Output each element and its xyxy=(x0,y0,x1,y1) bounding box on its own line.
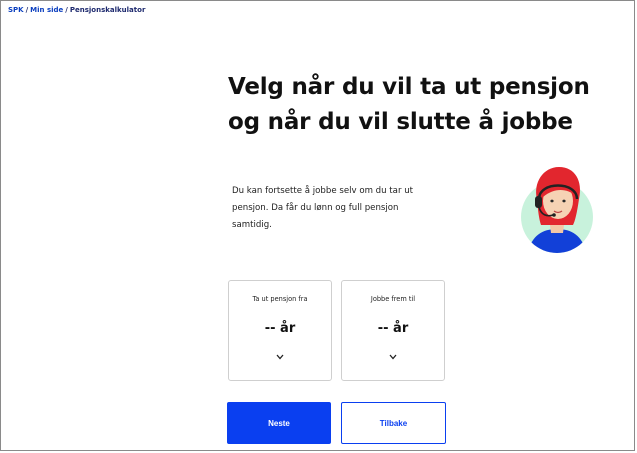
breadcrumb: SPK / Min side / Pensjonskalkulator xyxy=(8,6,145,14)
pension-start-label: Ta ut pensjon fra xyxy=(252,295,308,303)
breadcrumb-separator: / xyxy=(65,6,68,14)
next-button[interactable]: Neste xyxy=(227,402,331,444)
intro-text: Du kan fortsette å jobbe selv om du tar … xyxy=(232,183,482,234)
intro-line-3: samtidig. xyxy=(232,220,272,230)
pension-start-age-select[interactable]: Ta ut pensjon fra -- år xyxy=(228,280,332,381)
page-title-line-1: Velg når du vil ta ut pensjon xyxy=(228,74,590,100)
breadcrumb-min-side-link[interactable]: Min side xyxy=(30,6,63,14)
page-frame: SPK / Min side / Pensjonskalkulator Velg når… xyxy=(0,0,635,451)
breadcrumb-spk-link[interactable]: SPK xyxy=(8,6,24,14)
chevron-down-icon xyxy=(342,351,444,360)
intro-line-2: pensjon. Da får du lønn og full pensjon xyxy=(232,203,399,213)
page-title: Velg når du vil ta ut pensjon og når du … xyxy=(228,70,608,140)
advisor-avatar-illustration xyxy=(517,159,593,255)
pension-start-value: -- år xyxy=(264,321,296,336)
work-until-label: Jobbe frem til xyxy=(370,295,416,303)
back-button[interactable]: Tilbake xyxy=(341,402,446,444)
breadcrumb-current-page: Pensjonskalkulator xyxy=(69,6,146,14)
work-until-value: -- år xyxy=(377,321,409,336)
chevron-down-icon xyxy=(229,351,331,360)
intro-line-1: Du kan fortsette å jobbe selv om du tar … xyxy=(232,186,414,196)
page-title-line-2: og når du vil slutte å jobbe xyxy=(228,109,573,135)
work-until-age-select[interactable]: Jobbe frem til -- år xyxy=(341,280,445,381)
breadcrumb-separator: / xyxy=(25,6,29,14)
